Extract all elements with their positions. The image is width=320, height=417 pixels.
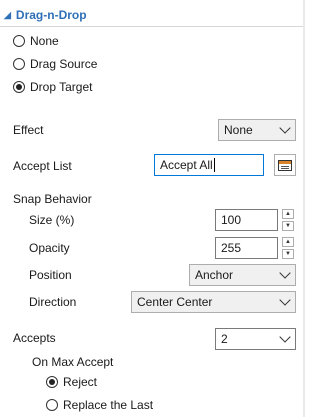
radio-drag-source-label: Drag Source — [30, 57, 98, 71]
size-decrement-button[interactable]: ▼ — [282, 221, 294, 231]
header-divider — [0, 26, 303, 27]
section-title: Drag-n-Drop — [15, 8, 87, 22]
radio-drop-target[interactable]: Drop Target — [13, 78, 92, 96]
effect-value: None — [224, 123, 253, 137]
collapse-triangle-icon[interactable]: ◢ — [4, 10, 11, 21]
radio-drag-source[interactable]: Drag Source — [13, 55, 97, 73]
size-value: 100 — [221, 213, 242, 227]
radio-drop-target-label: Drop Target — [30, 80, 93, 94]
accepts-dropdown[interactable]: 2 — [215, 328, 296, 350]
size-spinner[interactable]: ▲ ▼ — [282, 209, 294, 231]
properties-panel: ◢ Drag-n-Drop None Drag Source Drop Targ… — [0, 0, 304, 417]
chevron-down-icon — [279, 267, 291, 279]
radio-reject-indicator[interactable] — [46, 376, 58, 388]
direction-value: Center Center — [137, 295, 213, 309]
size-input[interactable]: 100 — [215, 209, 278, 231]
radio-replace-the-last-label: Replace the Last — [63, 398, 154, 412]
radio-replace-the-last-indicator[interactable] — [46, 399, 58, 411]
accepts-label: Accepts — [13, 331, 56, 345]
radio-replace-the-last[interactable]: Replace the Last — [46, 396, 153, 414]
opacity-spinner[interactable]: ▲ ▼ — [282, 237, 294, 259]
chevron-down-icon — [279, 122, 291, 134]
list-editor-icon — [278, 159, 292, 171]
scrollbar-edge — [303, 0, 305, 417]
snap-behavior-label: Snap Behavior — [13, 192, 92, 206]
chevron-down-icon — [279, 331, 291, 343]
radio-reject[interactable]: Reject — [46, 373, 97, 391]
radio-drag-source-indicator[interactable] — [13, 58, 25, 70]
section-header-drag-n-drop[interactable]: ◢ Drag-n-Drop — [4, 6, 87, 24]
accept-list-label: Accept List — [13, 159, 72, 173]
size-label: Size (%) — [29, 213, 75, 227]
effect-label: Effect — [13, 123, 44, 137]
accepts-value: 2 — [221, 332, 228, 346]
opacity-decrement-button[interactable]: ▼ — [282, 249, 294, 259]
accept-list-editor-button[interactable] — [274, 154, 296, 176]
radio-drop-target-indicator[interactable] — [13, 81, 25, 93]
size-increment-button[interactable]: ▲ — [282, 209, 294, 219]
opacity-value: 255 — [221, 241, 242, 255]
direction-dropdown[interactable]: Center Center — [131, 291, 296, 313]
opacity-input[interactable]: 255 — [215, 237, 278, 259]
effect-dropdown[interactable]: None — [218, 119, 296, 141]
chevron-down-icon — [279, 294, 291, 306]
radio-none-indicator[interactable] — [13, 35, 25, 47]
position-dropdown[interactable]: Anchor — [189, 264, 296, 286]
accept-list-value: Accept All — [160, 158, 213, 172]
on-max-accept-label: On Max Accept — [32, 355, 114, 369]
radio-reject-label: Reject — [63, 375, 98, 389]
accept-list-input[interactable]: Accept All — [154, 154, 264, 176]
opacity-increment-button[interactable]: ▲ — [282, 237, 294, 247]
text-caret — [213, 158, 215, 172]
radio-none[interactable]: None — [13, 32, 59, 50]
position-label: Position — [29, 268, 72, 282]
radio-none-label: None — [30, 34, 59, 48]
opacity-label: Opacity — [29, 241, 70, 255]
direction-label: Direction — [29, 295, 77, 309]
position-value: Anchor — [195, 268, 234, 282]
